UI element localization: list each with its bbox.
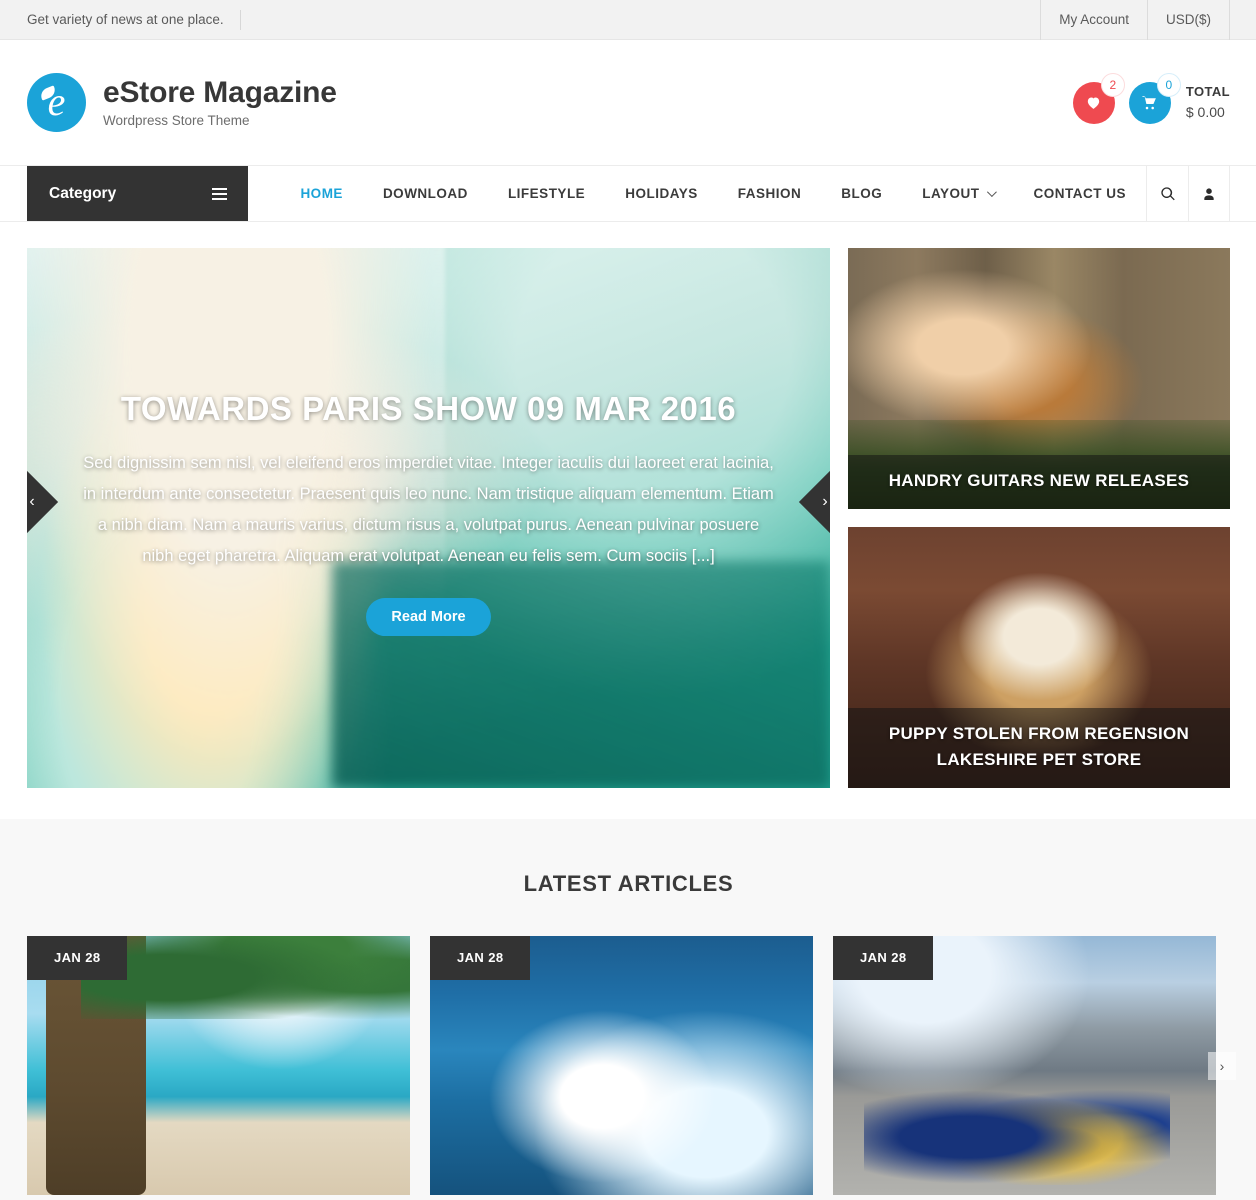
category-menu-label: Category [49, 184, 117, 202]
feature-card-title: HANDRY GUITARS NEW RELEASES [848, 455, 1230, 509]
primary-menu: HOME DOWNLOAD LIFESTYLE HOLIDAYS FASHION… [248, 166, 1146, 221]
brand-subtitle: Wordpress Store Theme [103, 113, 250, 129]
tagline-divider [239, 9, 241, 30]
top-bar-left: Get variety of news at one place. [27, 0, 241, 40]
cart-icon [1142, 96, 1157, 110]
currency-selector[interactable]: USD($) [1146, 0, 1230, 40]
article-thumbnail: JAN 28 [430, 936, 813, 1195]
chevron-right-icon: › [822, 493, 828, 510]
article-date-badge: JAN 28 [833, 936, 934, 980]
slide-excerpt: Sed dignissim sem nisl, vel eleifend ero… [83, 454, 774, 565]
category-menu-button[interactable]: Category [27, 166, 249, 221]
nav-item-home[interactable]: HOME [280, 186, 363, 201]
article-card[interactable]: JAN 28 THAI INTERNATIONAL BOAT SHOW EVEN… [430, 936, 813, 1200]
main-navigation-bar: Category HOME DOWNLOAD LIFESTYLE HOLIDAY… [0, 165, 1256, 222]
feature-card-guitars[interactable]: HANDRY GUITARS NEW RELEASES [848, 248, 1230, 509]
site-tagline: Get variety of news at one place. [27, 12, 224, 27]
feature-card-title: PUPPY STOLEN FROM REGENSION LAKESHIRE PE… [848, 708, 1230, 788]
latest-articles-heading: LATEST ARTICLES [523, 871, 734, 896]
search-icon [1160, 186, 1175, 200]
article-card[interactable]: JAN 28 10 BEST AND SAFE HOLIDAY DESTINAT… [27, 936, 410, 1200]
article-date-badge: JAN 28 [430, 936, 531, 980]
nav-item-download[interactable]: DOWNLOAD [363, 186, 488, 201]
article-card[interactable]: JAN 28 REMO ADRIEN DRIVING NEW RAPA AT A… [833, 936, 1216, 1200]
article-date-badge: JAN 28 [27, 936, 128, 980]
brand-text: eStore Magazine Wordpress Store Theme [103, 77, 337, 129]
search-button[interactable] [1146, 166, 1188, 221]
nav-item-blog[interactable]: BLOG [821, 186, 902, 201]
hamburger-icon [212, 187, 228, 200]
nav-icon-group [1146, 166, 1256, 221]
top-bar: Get variety of news at one place. My Acc… [0, 0, 1256, 40]
hero-section: ‹ › TOWARDS PARIS SHOW 09 MAR 2016 Sed d… [0, 222, 1256, 819]
nav-item-fashion[interactable]: FASHION [718, 186, 822, 201]
heart-icon [1088, 97, 1100, 109]
latest-articles-section: LATEST ARTICLES JAN 28 10 BEST AND SAFE … [0, 819, 1256, 1200]
nav-item-lifestyle[interactable]: LIFESTYLE [488, 186, 605, 201]
wishlist-button[interactable]: 2 [1072, 72, 1125, 124]
articles-next-button[interactable]: › [1208, 1052, 1236, 1080]
wishlist-count-badge: 2 [1100, 72, 1125, 97]
cart-total-amount: $ 0.00 [1185, 103, 1225, 120]
account-button[interactable] [1188, 166, 1230, 221]
chevron-left-icon: ‹ [29, 493, 35, 510]
site-branding[interactable]: e eStore Magazine Wordpress Store Theme [27, 73, 337, 132]
article-thumbnail: JAN 28 [27, 936, 410, 1195]
logo-icon: e [27, 73, 86, 132]
cart-button[interactable]: 0 [1128, 72, 1181, 124]
header-actions: 2 0 TOTAL $ 0.00 [1072, 72, 1230, 124]
featured-cards: HANDRY GUITARS NEW RELEASES PUPPY STOLEN… [848, 248, 1230, 788]
cart-total-label: TOTAL [1185, 83, 1230, 99]
feature-card-puppy[interactable]: PUPPY STOLEN FROM REGENSION LAKESHIRE PE… [848, 527, 1230, 788]
user-icon [1204, 187, 1214, 200]
nav-item-holidays[interactable]: HOLIDAYS [605, 186, 718, 201]
cart-count-badge: 0 [1156, 72, 1181, 97]
slide-caption: TOWARDS PARIS SHOW 09 MAR 2016 Sed digni… [27, 390, 830, 636]
nav-item-contact-us[interactable]: CONTACT US [1014, 186, 1147, 201]
featured-slider[interactable]: ‹ › TOWARDS PARIS SHOW 09 MAR 2016 Sed d… [27, 248, 830, 788]
cart-total: TOTAL $ 0.00 [1186, 83, 1230, 122]
my-account-link[interactable]: My Account [1040, 0, 1147, 40]
nav-item-layout-label: LAYOUT [922, 186, 980, 201]
site-header: e eStore Magazine Wordpress Store Theme … [0, 40, 1256, 165]
read-more-button[interactable]: Read More [366, 598, 491, 636]
article-grid: JAN 28 10 BEST AND SAFE HOLIDAY DESTINAT… [27, 936, 1236, 1200]
slide-title: TOWARDS PARIS SHOW 09 MAR 2016 [120, 390, 737, 427]
article-thumbnail: JAN 28 [833, 936, 1216, 1195]
top-bar-links: My Account USD($) [1040, 0, 1256, 40]
page-title: eStore Magazine [103, 75, 337, 109]
logo-letter: e [47, 78, 66, 124]
chevron-down-icon [986, 187, 997, 198]
nav-item-layout[interactable]: LAYOUT [902, 186, 1013, 201]
